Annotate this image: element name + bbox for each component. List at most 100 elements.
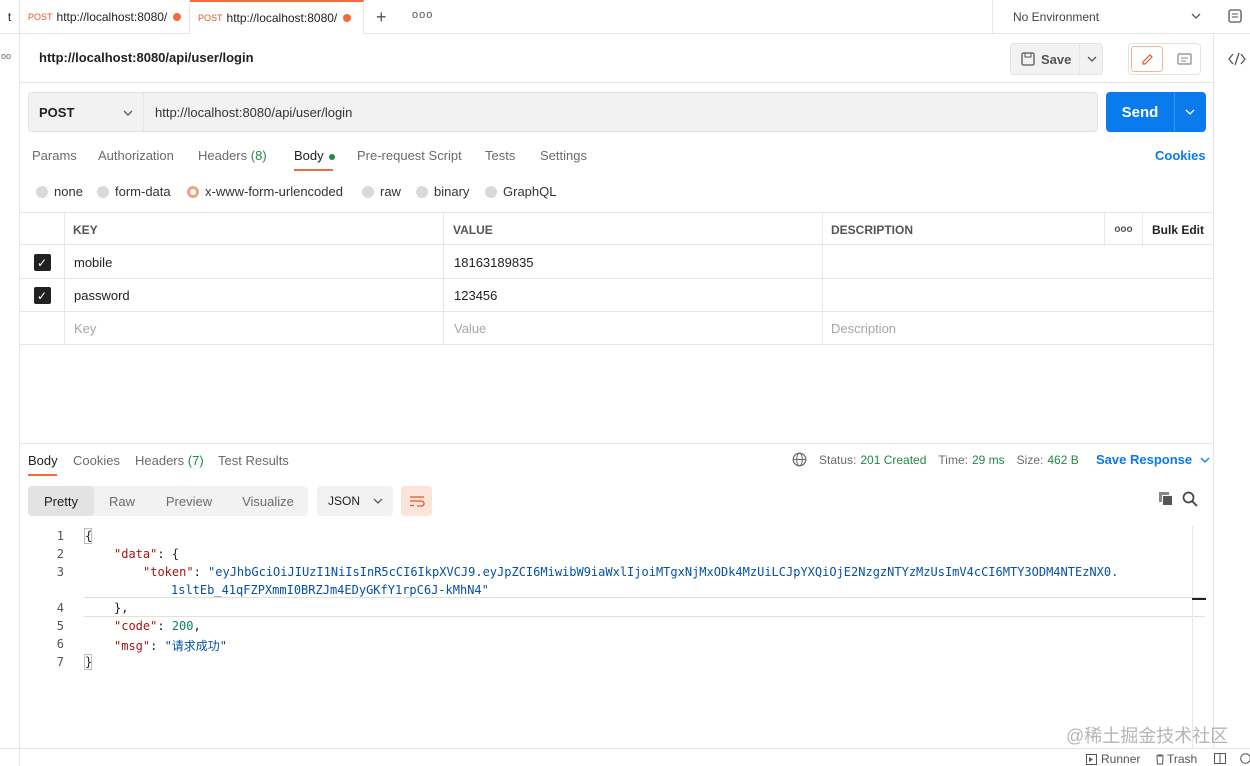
response-tab-body[interactable]: Body	[28, 453, 58, 468]
runner-button[interactable]: Runner	[1086, 752, 1140, 766]
json-msg-value: "请求成功"	[164, 639, 228, 653]
radio-binary[interactable]: binary	[416, 184, 469, 199]
response-tab-test-results[interactable]: Test Results	[218, 453, 289, 468]
radio-graphql[interactable]: GraphQL	[485, 184, 556, 199]
url-value: http://localhost:8080/api/user/login	[155, 104, 353, 120]
cookies-link[interactable]: Cookies	[1155, 148, 1206, 163]
json-key: "code"	[114, 619, 158, 633]
environment-label: No Environment	[1013, 10, 1100, 24]
environment-selector[interactable]: No Environment	[992, 0, 1218, 34]
col-value-header: VALUE	[444, 213, 823, 246]
status-value[interactable]: 201 Created	[860, 453, 926, 467]
param-key[interactable]: password	[65, 279, 444, 312]
tab-settings[interactable]: Settings	[540, 148, 587, 163]
view-pretty[interactable]: Pretty	[28, 486, 94, 516]
new-key-input[interactable]: Key	[65, 312, 444, 345]
radio-none[interactable]: none	[36, 184, 83, 199]
more-options-icon[interactable]: ooo	[1105, 213, 1143, 246]
tab-body[interactable]: Body	[294, 148, 335, 163]
request-tab-active[interactable]: POST http://localhost:8080/	[190, 0, 364, 34]
checkbox-checked[interactable]: ✓	[33, 254, 51, 271]
param-value[interactable]: 123456	[444, 279, 823, 312]
save-button[interactable]: Save	[1011, 44, 1080, 74]
method-select[interactable]: POST	[28, 92, 143, 132]
col-key-header: KEY	[65, 213, 444, 246]
tab-tests[interactable]: Tests	[485, 148, 515, 163]
active-tab-underline	[294, 169, 333, 171]
json-line: "code": 200,	[114, 619, 201, 633]
param-description[interactable]	[823, 279, 1213, 312]
chevron-down-icon[interactable]	[1087, 56, 1097, 62]
save-icon	[1021, 52, 1035, 66]
new-value-input[interactable]: Value	[444, 312, 823, 345]
help-icon[interactable]	[1240, 753, 1250, 764]
send-button-group: Send	[1106, 92, 1206, 132]
format-select[interactable]: JSON	[317, 486, 393, 516]
comment-icon	[1176, 52, 1192, 65]
tab-headers[interactable]: Headers (8)	[198, 148, 267, 163]
tab-params[interactable]: Params	[32, 148, 77, 163]
left-rail-glyph: oo	[1, 51, 12, 61]
request-tab[interactable]: POST http://localhost:8080/	[20, 0, 190, 34]
runner-icon	[1086, 753, 1097, 765]
table-row-new: Key Value Description	[20, 312, 1213, 345]
param-key[interactable]: mobile	[65, 246, 444, 279]
chevron-down-icon	[1200, 457, 1210, 463]
tab-authorization[interactable]: Authorization	[98, 148, 174, 163]
table-header-row: KEY VALUE DESCRIPTION ooo Bulk Edit	[20, 212, 1213, 246]
checkbox-checked[interactable]: ✓	[33, 287, 51, 304]
response-headers-count: (7)	[187, 453, 204, 468]
size-value[interactable]: 462 B	[1047, 453, 1078, 467]
radio-urlencoded[interactable]: x-www-form-urlencoded	[187, 184, 343, 199]
pane-divider[interactable]	[20, 443, 1213, 444]
scrollbar-marker[interactable]	[1192, 598, 1206, 600]
edit-mode-button[interactable]	[1131, 46, 1163, 72]
radio-raw[interactable]: raw	[362, 184, 401, 199]
tab-prerequest-script[interactable]: Pre-request Script	[357, 148, 462, 163]
param-value[interactable]: 18163189835	[444, 246, 823, 279]
view-raw[interactable]: Raw	[94, 486, 150, 516]
json-open-brace: {	[85, 529, 93, 543]
time-value[interactable]: 29 ms	[972, 453, 1005, 467]
tab-overflow-icon[interactable]: ooo	[412, 9, 433, 21]
tab-bar: t POST http://localhost:8080/ POST http:…	[0, 0, 1250, 34]
two-pane-icon[interactable]	[1214, 753, 1226, 764]
radio-label: GraphQL	[503, 184, 557, 199]
response-tab-cookies[interactable]: Cookies	[73, 453, 120, 468]
runner-label: Runner	[1101, 752, 1141, 766]
send-button[interactable]: Send	[1106, 104, 1174, 121]
new-tab-icon[interactable]: +	[376, 7, 387, 28]
request-title[interactable]: http://localhost:8080/api/user/login	[39, 50, 254, 65]
radio-label: none	[54, 184, 83, 199]
comments-mode-button[interactable]	[1169, 46, 1199, 72]
trash-button[interactable]: Trash	[1155, 752, 1197, 766]
line-number: 7	[56, 655, 64, 669]
globe-icon[interactable]	[792, 452, 807, 467]
new-description-input[interactable]: Description	[823, 312, 1213, 345]
bulk-edit-button[interactable]: Bulk Edit	[1143, 213, 1213, 246]
copy-icon[interactable]	[1158, 491, 1174, 507]
wrap-lines-button[interactable]	[401, 486, 432, 516]
headers-count: (8)	[250, 148, 267, 163]
param-description[interactable]	[823, 246, 1213, 279]
active-tab-underline	[28, 474, 57, 476]
response-tab-headers[interactable]: Headers (7)	[135, 453, 204, 468]
time-label: Time:	[938, 452, 968, 467]
view-preview[interactable]: Preview	[150, 486, 228, 516]
json-key: "token"	[143, 565, 194, 579]
environment-quicklook-icon[interactable]	[1227, 8, 1243, 27]
table-cell	[20, 213, 65, 246]
search-icon[interactable]	[1182, 491, 1198, 507]
unsaved-dot-icon	[173, 13, 182, 21]
code-snippet-icon[interactable]	[1228, 52, 1246, 66]
view-visualize[interactable]: Visualize	[228, 486, 308, 516]
chevron-down-icon[interactable]	[1185, 109, 1195, 115]
url-input[interactable]: http://localhost:8080/api/user/login	[143, 92, 1098, 132]
radio-form-data[interactable]: form-data	[97, 184, 171, 199]
tab-headers-label: Headers	[198, 148, 248, 163]
tab-url: http://localhost:8080/	[56, 10, 168, 24]
trash-label: Trash	[1167, 752, 1198, 766]
tab-partial[interactable]: t	[0, 0, 20, 34]
save-response-button[interactable]: Save Response	[1096, 452, 1210, 467]
tab-method: POST	[28, 12, 53, 22]
